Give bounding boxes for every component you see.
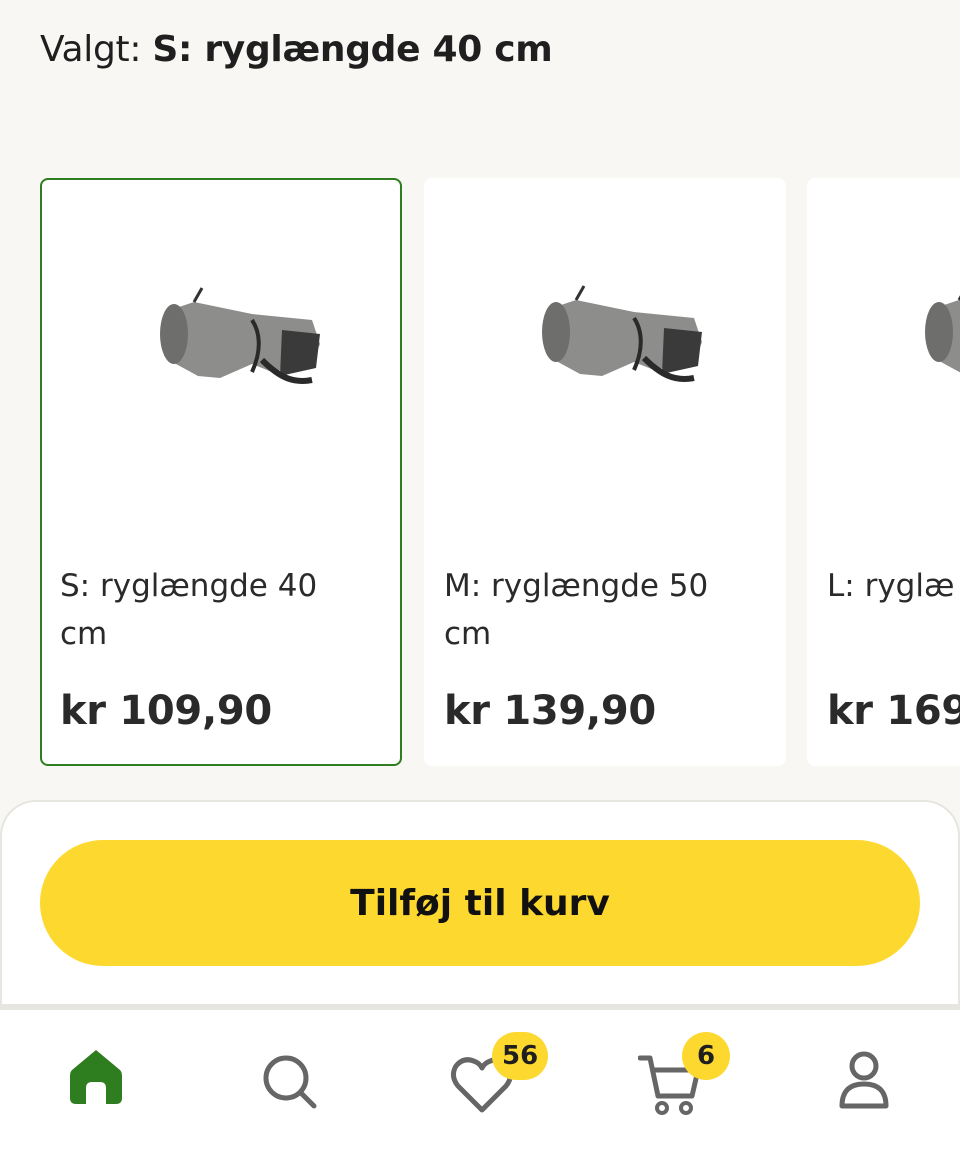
product-image xyxy=(925,295,960,373)
variant-card-l[interactable]: L: ryglæ kr 169 xyxy=(807,178,960,766)
selected-prefix: Valgt: xyxy=(40,29,142,70)
product-image xyxy=(542,285,702,382)
tab-home[interactable] xyxy=(68,1046,178,1136)
user-icon xyxy=(839,1051,889,1109)
tab-favorites[interactable]: 56 xyxy=(450,1032,560,1122)
variant-carousel[interactable]: S: ryglængde 40 cm kr 109,90 M: ryglængd… xyxy=(0,178,960,766)
variant-card-s[interactable]: S: ryglængde 40 cm kr 109,90 xyxy=(40,178,402,766)
cart-count-badge: 6 xyxy=(682,1032,730,1080)
variant-card-m[interactable]: M: ryglængde 50 cm kr 139,90 xyxy=(424,178,786,766)
add-to-cart-button[interactable]: Tilføj til kurv xyxy=(40,840,920,966)
bottom-tab-bar: 56 6 xyxy=(0,1004,960,1172)
search-icon xyxy=(263,1055,317,1109)
product-variant-page: Valgt: S: ryglængde 40 cm S: ryglængde 4… xyxy=(0,0,960,1172)
tab-cart[interactable]: 6 xyxy=(638,1032,748,1122)
variant-price: kr 139,90 xyxy=(444,688,656,734)
home-icon xyxy=(70,1050,122,1104)
favorites-count-badge: 56 xyxy=(492,1032,549,1080)
selected-variant-line: Valgt: S: ryglængde 40 cm xyxy=(40,28,553,72)
variant-name: M: ryglængde 50 cm xyxy=(444,568,709,652)
variant-price: kr 109,90 xyxy=(60,688,272,734)
variant-name: L: ryglæ xyxy=(827,568,955,604)
variant-price: kr 169 xyxy=(827,688,960,734)
selected-value: S: ryglængde 40 cm xyxy=(152,29,553,70)
tab-search[interactable] xyxy=(262,1054,372,1144)
variant-name: S: ryglængde 40 cm xyxy=(60,568,318,652)
tab-profile[interactable] xyxy=(838,1050,948,1140)
product-image xyxy=(160,287,320,384)
